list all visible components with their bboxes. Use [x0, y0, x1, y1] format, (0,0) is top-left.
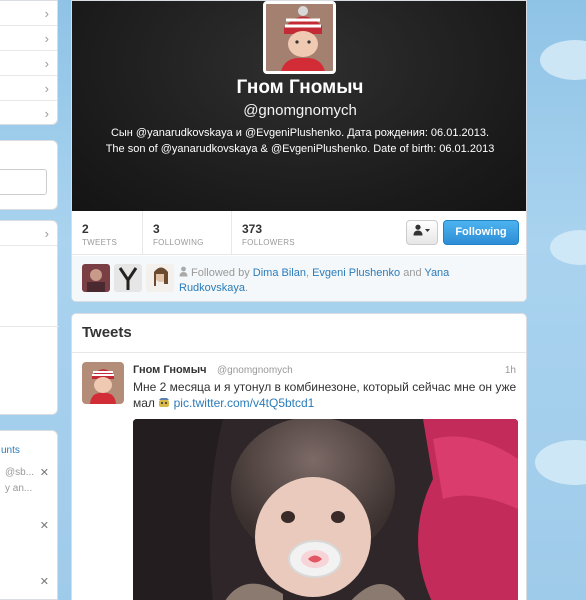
follower-avatar[interactable]: [146, 264, 174, 292]
follower-avatar[interactable]: [82, 264, 110, 292]
stat-followers[interactable]: 373 FOLLOWERS: [232, 211, 332, 255]
sidebar-nav-item[interactable]: ›: [0, 1, 57, 26]
avatar: [114, 264, 142, 292]
follower-link[interactable]: Evgeni Plushenko: [312, 267, 400, 279]
followed-by-text: Followed by Dima Bilan, Evgeni Plushenko…: [179, 266, 509, 296]
divider: [0, 326, 59, 327]
emoji-icon: [159, 398, 170, 407]
stat-tweets-label: TWEETS: [82, 238, 118, 247]
chevron-right-icon: ›: [44, 6, 49, 21]
dismiss-icon[interactable]: ✕: [40, 519, 49, 532]
dismiss-icon[interactable]: ✕: [40, 575, 49, 588]
baby-photo-icon: [133, 419, 518, 600]
sidebar-nav-item[interactable]: ›: [0, 76, 57, 101]
stat-followers-count: 373: [242, 222, 263, 236]
tweet-author-avatar[interactable]: [82, 362, 124, 404]
and-text: and: [403, 267, 422, 279]
avatar: [82, 264, 110, 292]
search-input[interactable]: [0, 169, 47, 195]
chevron-right-icon: ›: [44, 81, 49, 96]
period: .: [245, 282, 249, 294]
sidebar-nav-item[interactable]: ›: [0, 51, 57, 76]
profile-avatar[interactable]: [263, 1, 336, 74]
chevron-right-icon: ›: [44, 106, 49, 121]
tweet-author-handle[interactable]: @gnomgnomych: [217, 365, 293, 376]
follower-avatar[interactable]: [114, 264, 142, 292]
stat-following-count: 3: [153, 222, 160, 236]
following-button[interactable]: Following: [443, 220, 519, 245]
sidebar-nav-item[interactable]: ›: [0, 26, 57, 51]
stat-following-label: FOLLOWING: [153, 238, 204, 247]
sidebar-module: ›: [0, 220, 59, 415]
sidebar-module-header[interactable]: ›: [0, 221, 57, 246]
stat-following[interactable]: 3 FOLLOWING: [143, 211, 232, 255]
dismiss-icon[interactable]: ✕: [40, 466, 49, 479]
tweet-link[interactable]: pic.twitter.com/v4tQ5btcd1: [174, 396, 315, 410]
stat-tweets-count: 2: [82, 222, 89, 236]
background-cloud: [540, 40, 586, 80]
background-cloud: [550, 230, 586, 265]
stat-tweets[interactable]: 2 TWEETS: [72, 211, 143, 255]
profile-bio: Сын @yanarudkovskaya и @EvgeniPlushenko.…: [105, 127, 495, 155]
tweet-author-name[interactable]: Гном Гномыч: [133, 364, 206, 376]
separator-comma: ,: [305, 267, 310, 279]
chevron-right-icon: ›: [44, 56, 49, 71]
sidebar-nav-item[interactable]: ›: [0, 101, 57, 126]
user-icon: [179, 266, 188, 277]
chevron-right-icon: ›: [44, 226, 49, 241]
suggestion-handle: @sb...: [5, 467, 35, 478]
user-actions-dropdown[interactable]: [406, 220, 438, 245]
profile-header: Гном Гномыч @gnomgnomych Сын @yanarudkov…: [72, 1, 526, 211]
tweets-heading: Tweets: [82, 324, 132, 341]
tweet-timestamp[interactable]: 1h: [505, 365, 516, 376]
divider: [72, 352, 526, 353]
chevron-right-icon: ›: [44, 31, 49, 46]
avatar: [146, 264, 174, 292]
follower-link[interactable]: Dima Bilan: [253, 267, 306, 279]
profile-handle: @gnomgnomych: [243, 102, 357, 119]
accounts-link[interactable]: unts: [1, 445, 20, 456]
user-icon: [413, 224, 430, 236]
followed-by-prefix: Followed by: [191, 267, 250, 279]
tweet-text: Мне 2 месяца и я утонул в комбинезоне, к…: [133, 379, 518, 411]
avatar: [82, 362, 124, 404]
suggestion-text: y an...: [5, 483, 33, 494]
stat-followers-label: FOLLOWERS: [242, 238, 295, 247]
baby-photo-icon: [266, 4, 333, 71]
sidebar-search-module: [0, 140, 58, 210]
tweets-timeline: Tweets Гном Гномыч @gnomgnomych 1h Мне 2…: [71, 313, 527, 600]
who-to-follow-module: unts @sb... ✕ y an... ✕ ✕: [0, 430, 58, 600]
profile-card: Гном Гномыч @gnomgnomych Сын @yanarudkov…: [71, 0, 527, 302]
followed-by-bar: Followed by Dima Bilan, Evgeni Plushenko…: [72, 256, 526, 301]
profile-name: Гном Гномыч: [236, 77, 364, 98]
sidebar-nav: › › › › ›: [0, 0, 58, 125]
tweet-photo[interactable]: [133, 419, 518, 600]
left-sidebar: › › › › › › unts @sb... ✕ y an... ✕ ✕: [0, 0, 59, 600]
background-cloud: [535, 440, 586, 485]
